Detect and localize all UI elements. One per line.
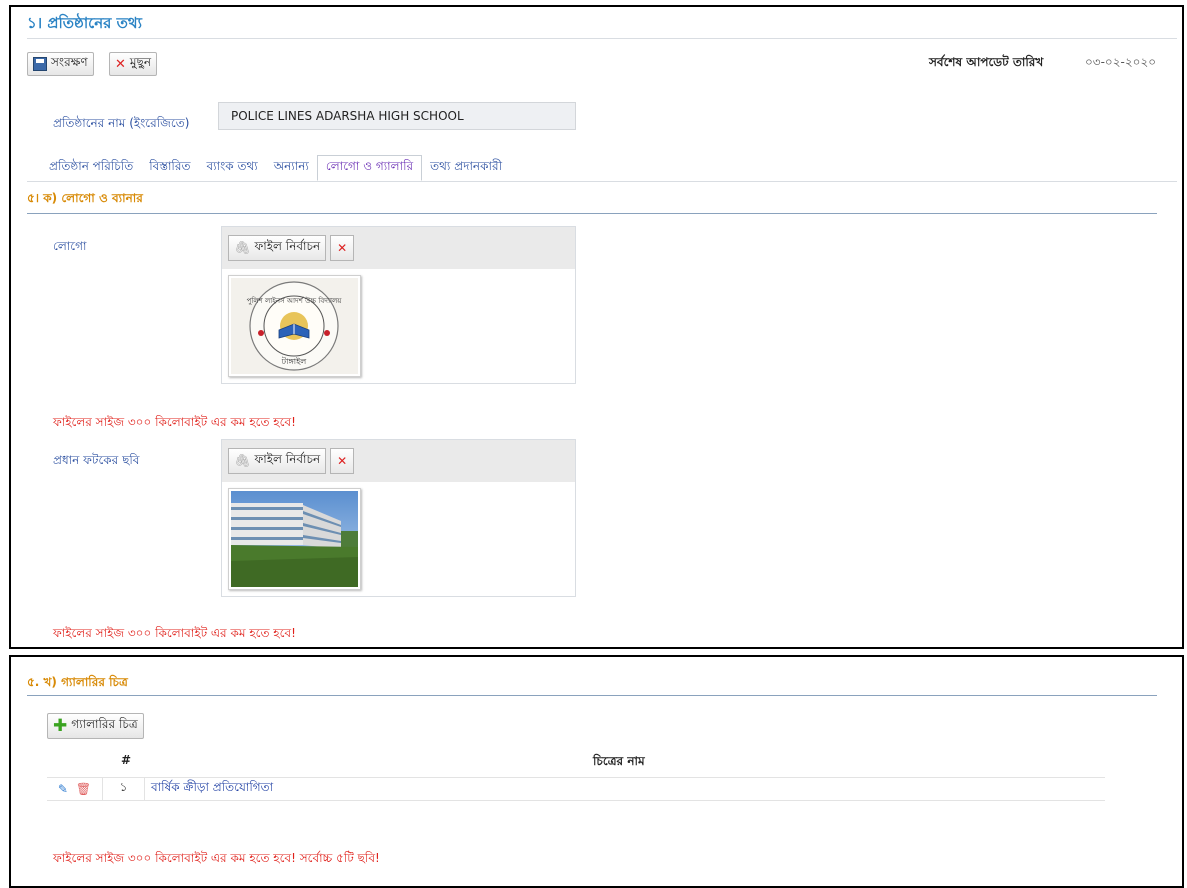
row-actions: ✎ 🗑 bbox=[47, 777, 103, 801]
section-underline bbox=[27, 695, 1157, 696]
gallery-panel: ৫. খ) গ্যালারির চিত্র ✚ গ্যালারির চিত্র … bbox=[9, 655, 1184, 888]
close-icon: ✕ bbox=[337, 454, 348, 468]
tab-label: লোগো ও গ্যালারি bbox=[325, 159, 414, 173]
add-gallery-label: গ্যালারির চিত্র bbox=[71, 717, 138, 731]
school-building-photo bbox=[231, 491, 358, 587]
delete-button[interactable]: ✕ মুছুন bbox=[109, 52, 158, 76]
logo-upload-toolbar: 🖇 ফাইল নির্বাচন ✕ bbox=[222, 227, 575, 269]
tab-label: তথ্য প্রদানকারী bbox=[430, 159, 503, 173]
logo-section-title: ৫। ক) লোগো ও ব্যানার bbox=[27, 191, 143, 205]
divider bbox=[27, 38, 1177, 39]
paperclip-icon: 🖇 bbox=[234, 240, 251, 256]
tab-logo-gallery[interactable]: লোগো ও গ্যালারি bbox=[316, 155, 423, 181]
save-button-label: সংরক্ষণ bbox=[51, 55, 88, 69]
gate-upload-toolbar: 🖇 ফাইল নির্বাচন ✕ bbox=[222, 440, 575, 482]
tab-bar: প্রতিষ্ঠান পরিচিতি বিস্তারিত ব্যাংক তথ্য… bbox=[41, 155, 510, 181]
logo-file-select-button[interactable]: 🖇 ফাইল নির্বাচন bbox=[228, 235, 327, 261]
add-gallery-image-button[interactable]: ✚ গ্যালারির চিত্র bbox=[47, 713, 144, 739]
logo-thumbnail[interactable]: পুলিশ লাইনস আদর্শ উচ্চ বিদ্যালয় টাঙ্গাই… bbox=[228, 275, 361, 377]
gate-remove-button[interactable]: ✕ bbox=[330, 448, 355, 474]
column-header-number: # bbox=[121, 753, 132, 767]
tab-profile[interactable]: প্রতিষ্ঠান পরিচিতি bbox=[41, 155, 141, 181]
last-update-value: ০৩-০২-২০২০ bbox=[1085, 55, 1157, 69]
institution-name-label: প্রতিষ্ঠানের নাম (ইংরেজিতে) bbox=[53, 116, 190, 130]
logo-upload-box: 🖇 ফাইল নির্বাচন ✕ পুলিশ লাইনস আদর্শ উচ্চ… bbox=[221, 226, 576, 384]
school-logo-image: পুলিশ লাইনস আদর্শ উচ্চ বিদ্যালয় টাঙ্গাই… bbox=[231, 278, 358, 374]
row-image-name[interactable]: বার্ষিক ক্রীড়া প্রতিযোগিতা bbox=[145, 779, 273, 799]
plus-icon: ✚ bbox=[53, 715, 68, 736]
gallery-size-warning: ফাইলের সাইজ ৩০০ কিলোবাইট এর কম হতে হবে! … bbox=[53, 851, 380, 865]
table-row: ✎ 🗑 ১ বার্ষিক ক্রীড়া প্রতিযোগিতা bbox=[47, 777, 1105, 801]
close-icon: ✕ bbox=[115, 56, 126, 72]
close-icon: ✕ bbox=[337, 241, 348, 255]
tab-informant[interactable]: তথ্য প্রদানকারী bbox=[422, 155, 510, 181]
institution-name-field[interactable]: POLICE LINES ADARSHA HIGH SCHOOL bbox=[218, 102, 576, 130]
edit-icon[interactable]: ✎ bbox=[58, 782, 68, 796]
file-select-label: ফাইল নির্বাচন bbox=[254, 452, 321, 466]
logo-remove-button[interactable]: ✕ bbox=[330, 235, 355, 261]
logo-label: লোগো bbox=[53, 239, 87, 253]
tab-others[interactable]: অন্যান্য bbox=[266, 155, 317, 181]
logo-bottom-text: টাঙ্গাইল bbox=[281, 356, 307, 366]
tab-bank-info[interactable]: ব্যাংক তথ্য bbox=[198, 155, 265, 181]
page-title: ১। প্রতিষ্ঠানের তথ্য bbox=[27, 14, 142, 32]
gate-file-select-button[interactable]: 🖇 ফাইল নির্বাচন bbox=[228, 448, 327, 474]
gate-thumbnail[interactable] bbox=[228, 488, 361, 590]
column-header-image-name: চিত্রের নাম bbox=[593, 754, 645, 768]
gallery-section-title: ৫. খ) গ্যালারির চিত্র bbox=[27, 675, 128, 689]
paperclip-icon: 🖇 bbox=[234, 453, 251, 469]
tab-details[interactable]: বিস্তারিত bbox=[141, 155, 198, 181]
institution-info-panel: ১। প্রতিষ্ঠানের তথ্য সংরক্ষণ ✕ মুছুন সর্… bbox=[9, 5, 1184, 649]
gate-size-warning: ফাইলের সাইজ ৩০০ কিলোবাইট এর কম হতে হবে! bbox=[53, 626, 296, 640]
tab-label: ব্যাংক তথ্য bbox=[206, 159, 258, 173]
save-icon bbox=[33, 57, 47, 71]
tab-label: বিস্তারিত bbox=[149, 159, 191, 173]
institution-name-value: POLICE LINES ADARSHA HIGH SCHOOL bbox=[231, 109, 464, 123]
tab-label: প্রতিষ্ঠান পরিচিতি bbox=[49, 159, 134, 173]
delete-button-label: মুছুন bbox=[129, 55, 152, 69]
tab-label: অন্যান্য bbox=[273, 159, 309, 173]
logo-size-warning: ফাইলের সাইজ ৩০০ কিলোবাইট এর কম হতে হবে! bbox=[53, 415, 296, 429]
gate-photo-label: প্রধান ফটকের ছবি bbox=[53, 453, 140, 467]
tab-divider bbox=[27, 181, 1177, 182]
row-index: ১ bbox=[103, 777, 145, 801]
trash-icon[interactable]: 🗑 bbox=[76, 782, 91, 796]
file-select-label: ফাইল নির্বাচন bbox=[254, 239, 321, 253]
gate-upload-box: 🖇 ফাইল নির্বাচন ✕ bbox=[221, 439, 576, 597]
section-underline bbox=[27, 213, 1157, 214]
logo-ring-text: পুলিশ লাইনস আদর্শ উচ্চ বিদ্যালয় bbox=[247, 296, 343, 305]
last-update-label: সর্বশেষ আপডেট তারিখ bbox=[929, 55, 1044, 69]
save-button[interactable]: সংরক্ষণ bbox=[27, 52, 94, 76]
